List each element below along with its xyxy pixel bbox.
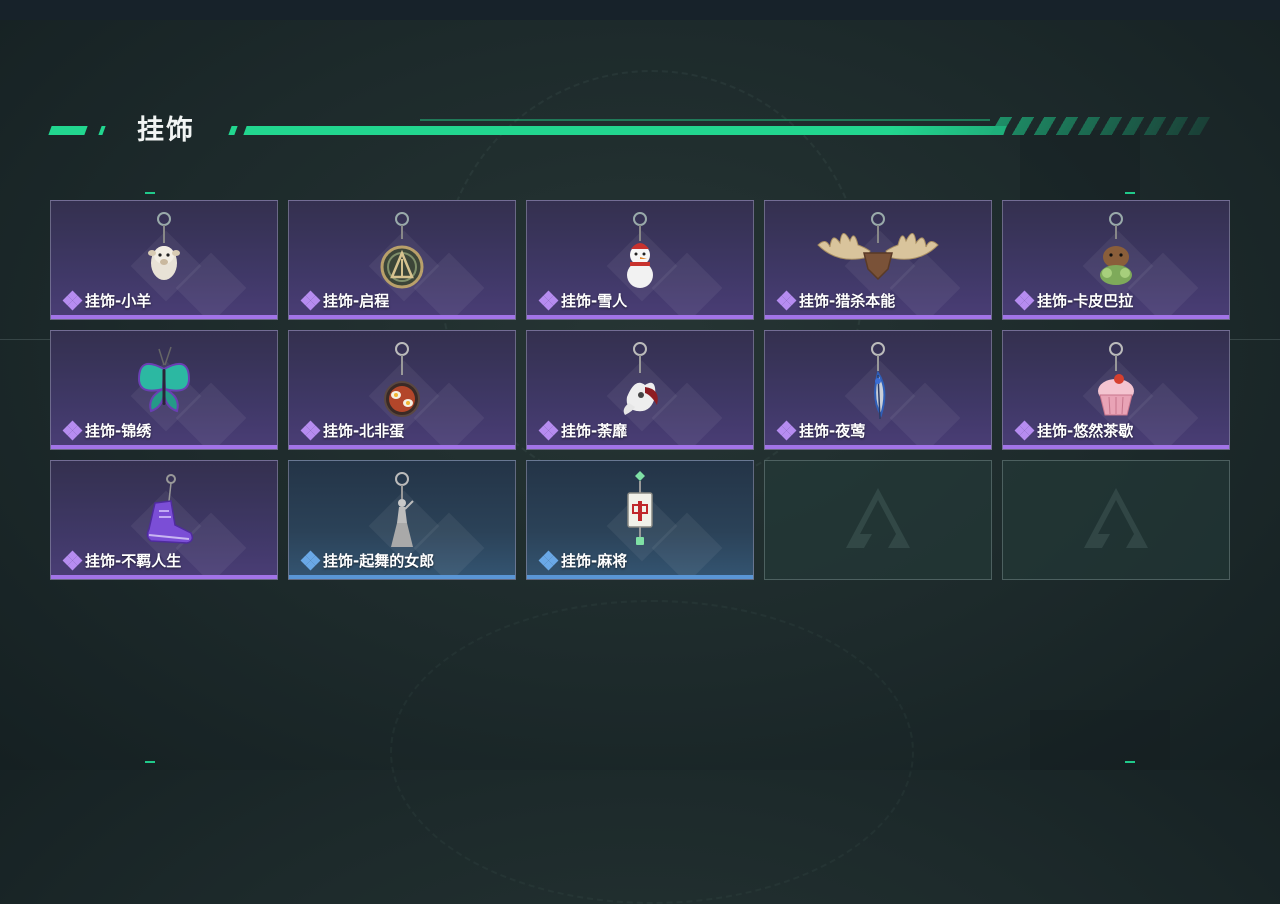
butterfly-charm-icon xyxy=(137,346,191,413)
mahjong-charm-icon xyxy=(627,471,653,545)
sheep-charm-icon xyxy=(148,212,180,280)
corner-tick xyxy=(1125,192,1135,194)
item-label: 挂饰-悠然茶歇 xyxy=(1037,422,1134,440)
rarity-gem-icon xyxy=(300,550,321,571)
item-name: 挂饰-启程 xyxy=(300,290,390,311)
header-dash xyxy=(98,126,106,135)
item-label: 挂饰-猎杀本能 xyxy=(799,292,896,310)
header-checker-pattern xyxy=(989,117,1211,135)
flower-charm-icon xyxy=(623,342,658,415)
rarity-gem-icon xyxy=(538,290,559,311)
item-card[interactable]: 挂饰-不羁人生 xyxy=(50,460,278,580)
rarity-bar xyxy=(1003,315,1229,319)
side-divider xyxy=(1230,339,1280,340)
rarity-bar xyxy=(289,575,515,579)
item-card[interactable]: 挂饰-卡皮巴拉 xyxy=(1002,200,1230,320)
feather-charm-icon xyxy=(871,342,886,420)
corner-tick xyxy=(1125,761,1135,763)
rarity-bar xyxy=(51,575,277,579)
item-label: 挂饰-启程 xyxy=(323,292,390,310)
dancer-charm-icon xyxy=(391,472,414,547)
item-name: 挂饰-小羊 xyxy=(62,290,152,311)
rarity-gem-icon xyxy=(1014,420,1035,441)
rarity-gem-icon xyxy=(300,420,321,441)
rarity-gem-icon xyxy=(538,420,559,441)
rarity-gem-icon xyxy=(62,290,83,311)
header-thin-line xyxy=(420,119,990,121)
item-card[interactable]: 挂饰-麻将 xyxy=(526,460,754,580)
rarity-bar xyxy=(527,445,753,449)
empty-slot xyxy=(764,460,992,580)
rarity-bar xyxy=(51,445,277,449)
item-name: 挂饰-起舞的女郎 xyxy=(300,550,435,571)
item-card[interactable]: 挂饰-起舞的女郎 xyxy=(288,460,516,580)
item-label: 挂饰-荼靡 xyxy=(561,422,628,440)
top-bar xyxy=(0,0,1280,20)
item-card[interactable]: 挂饰-小羊 xyxy=(50,200,278,320)
item-label: 挂饰-小羊 xyxy=(85,292,152,310)
item-name: 挂饰-麻将 xyxy=(538,550,628,571)
snowman-charm-icon xyxy=(627,212,653,288)
game-logo-icon xyxy=(846,488,910,548)
rarity-bar xyxy=(765,445,991,449)
item-card[interactable]: 挂饰-荼靡 xyxy=(526,330,754,450)
header-dash xyxy=(228,126,238,135)
item-label: 挂饰-锦绣 xyxy=(85,422,152,440)
item-name: 挂饰-猎杀本能 xyxy=(776,290,896,311)
item-name: 挂饰-卡皮巴拉 xyxy=(1014,290,1134,311)
background-shape xyxy=(1030,710,1170,770)
empty-slot xyxy=(1002,460,1230,580)
rarity-gem-icon xyxy=(62,550,83,571)
rarity-bar xyxy=(1003,445,1229,449)
item-label: 挂饰-卡皮巴拉 xyxy=(1037,292,1134,310)
medallion-charm-icon xyxy=(380,212,424,289)
item-name: 挂饰-不羁人生 xyxy=(62,550,182,571)
item-label: 挂饰-麻将 xyxy=(561,552,628,570)
header-line xyxy=(243,126,1007,135)
rarity-bar xyxy=(289,445,515,449)
section-title: 挂饰 xyxy=(137,115,195,146)
sneaker-charm-icon xyxy=(146,474,194,544)
rarity-bar xyxy=(51,315,277,319)
rarity-gem-icon xyxy=(538,550,559,571)
rarity-gem-icon xyxy=(300,290,321,311)
corner-tick xyxy=(145,192,155,194)
item-name: 挂饰-悠然茶歇 xyxy=(1014,420,1134,441)
item-label: 挂饰-夜莺 xyxy=(799,422,866,440)
rarity-gem-icon xyxy=(62,420,83,441)
rarity-bar xyxy=(527,315,753,319)
item-card[interactable]: 挂饰-启程 xyxy=(288,200,516,320)
item-label: 挂饰-北非蛋 xyxy=(323,422,405,440)
background-ring xyxy=(390,600,914,904)
item-label: 挂饰-起舞的女郎 xyxy=(323,552,435,570)
rarity-gem-icon xyxy=(776,420,797,441)
item-card[interactable]: 挂饰-夜莺 xyxy=(764,330,992,450)
item-name: 挂饰-夜莺 xyxy=(776,420,866,441)
item-name: 挂饰-荼靡 xyxy=(538,420,628,441)
capybara-charm-icon xyxy=(1100,212,1132,285)
item-label: 挂饰-雪人 xyxy=(561,292,628,310)
shakshuka-charm-icon xyxy=(384,342,420,417)
side-divider xyxy=(0,339,50,340)
rarity-bar xyxy=(527,575,753,579)
item-card[interactable]: 挂饰-锦绣 xyxy=(50,330,278,450)
item-name: 挂饰-北非蛋 xyxy=(300,420,405,441)
rarity-gem-icon xyxy=(776,290,797,311)
item-card[interactable]: 挂饰-雪人 xyxy=(526,200,754,320)
item-card[interactable]: 挂饰-猎杀本能 xyxy=(764,200,992,320)
antler-charm-icon xyxy=(817,212,939,281)
header-dash xyxy=(48,126,88,135)
rarity-bar xyxy=(765,315,991,319)
item-card[interactable]: 挂饰-北非蛋 xyxy=(288,330,516,450)
rarity-gem-icon xyxy=(1014,290,1035,311)
item-label: 挂饰-不羁人生 xyxy=(85,552,182,570)
item-name: 挂饰-锦绣 xyxy=(62,420,152,441)
item-card[interactable]: 挂饰-悠然茶歇 xyxy=(1002,330,1230,450)
corner-tick xyxy=(145,761,155,763)
rarity-bar xyxy=(289,315,515,319)
cupcake-charm-icon xyxy=(1098,342,1134,416)
item-name: 挂饰-雪人 xyxy=(538,290,628,311)
game-logo-icon xyxy=(1084,488,1148,548)
charm-grid: 挂饰-小羊 挂饰-启程 挂饰-雪人 挂饰-猎杀本能 挂饰-卡皮巴拉 挂饰-锦绣 … xyxy=(50,200,1230,580)
